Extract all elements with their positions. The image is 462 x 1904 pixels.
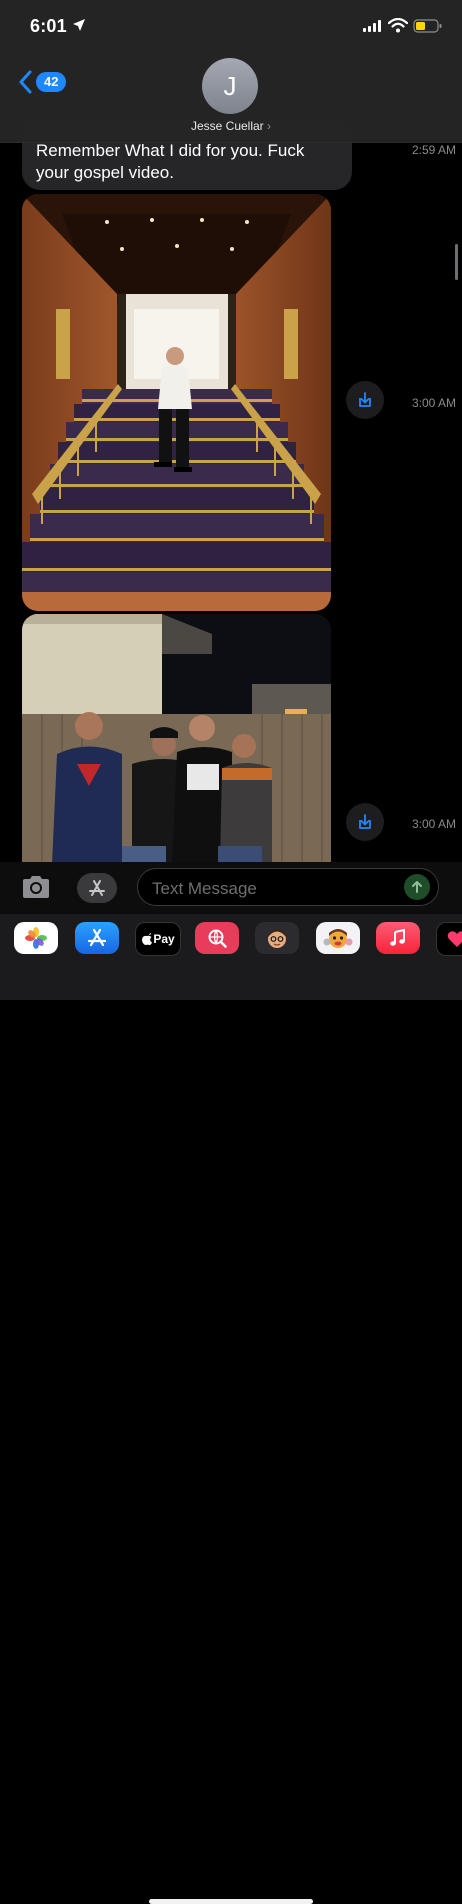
imessage-app-drawer: Pay (0, 914, 462, 1904)
download-icon (359, 814, 371, 829)
input-placeholder: Text Message (152, 879, 257, 898)
avatar-initial: J (223, 70, 237, 101)
contact-name: Jesse Cuellar (190, 119, 264, 133)
save-photo-button[interactable] (346, 381, 384, 419)
images-search-app-button[interactable] (195, 922, 239, 954)
photos-icon (25, 927, 47, 949)
contact-avatar[interactable]: J (202, 58, 258, 114)
apple-pay-label: Pay (153, 932, 175, 946)
wifi-icon (388, 18, 408, 33)
animoji-app-button[interactable] (316, 922, 360, 954)
message-timestamp: 3:00 AM (412, 396, 457, 410)
music-note-icon (390, 928, 405, 946)
conversation-header: 42 J Jesse Cuellar › 6:01 (0, 0, 462, 143)
location-arrow-icon (73, 19, 85, 31)
camera-icon (23, 876, 49, 898)
message-timestamp: 2:59 AM (412, 143, 457, 157)
download-icon (359, 392, 371, 407)
save-photo-button[interactable] (346, 803, 384, 841)
app-store-icon (89, 880, 105, 896)
group-photo-image (22, 614, 331, 864)
arrow-up-icon (412, 881, 422, 893)
app-store-icon (87, 928, 107, 947)
apple-logo-icon (142, 933, 153, 945)
staircase-photo-image (22, 194, 331, 611)
text-message-input[interactable]: Text Message (137, 868, 439, 906)
status-time: 6:01 (30, 16, 67, 36)
app-store-app-button[interactable] (75, 922, 119, 954)
photo-attachment-staircase[interactable] (22, 194, 331, 611)
memoji-app-button[interactable] (255, 922, 299, 954)
scrollbar[interactable] (455, 244, 458, 280)
status-bar: 6:01 (0, 0, 462, 50)
globe-search-icon (208, 929, 227, 948)
heart-icon (447, 931, 462, 947)
message-timestamp: 3:00 AM (412, 817, 457, 831)
contact-name-button[interactable]: Jesse Cuellar › (0, 119, 462, 133)
back-button[interactable]: 42 (18, 70, 67, 94)
camera-button[interactable] (20, 874, 52, 905)
battery-low-power-icon (413, 19, 442, 33)
photos-app-button[interactable] (14, 922, 58, 954)
chevron-left-icon (19, 70, 32, 94)
message-text: Remember What I did for you. Fuck your g… (36, 141, 305, 182)
compose-bar: Text Message (0, 862, 462, 914)
app-store-button[interactable] (77, 873, 117, 903)
home-indicator[interactable] (149, 1899, 313, 1904)
music-app-button[interactable] (376, 922, 420, 954)
photo-attachment-group[interactable] (22, 614, 331, 864)
animoji-icon (323, 929, 353, 948)
digital-touch-app-button[interactable] (436, 922, 462, 956)
cellular-signal-icon (363, 20, 381, 32)
apple-pay-app-button[interactable]: Pay (135, 922, 181, 956)
memoji-icon (268, 929, 286, 948)
send-button[interactable] (404, 874, 430, 900)
unread-count-badge: 42 (36, 72, 67, 92)
chevron-right-icon: › (267, 119, 272, 133)
